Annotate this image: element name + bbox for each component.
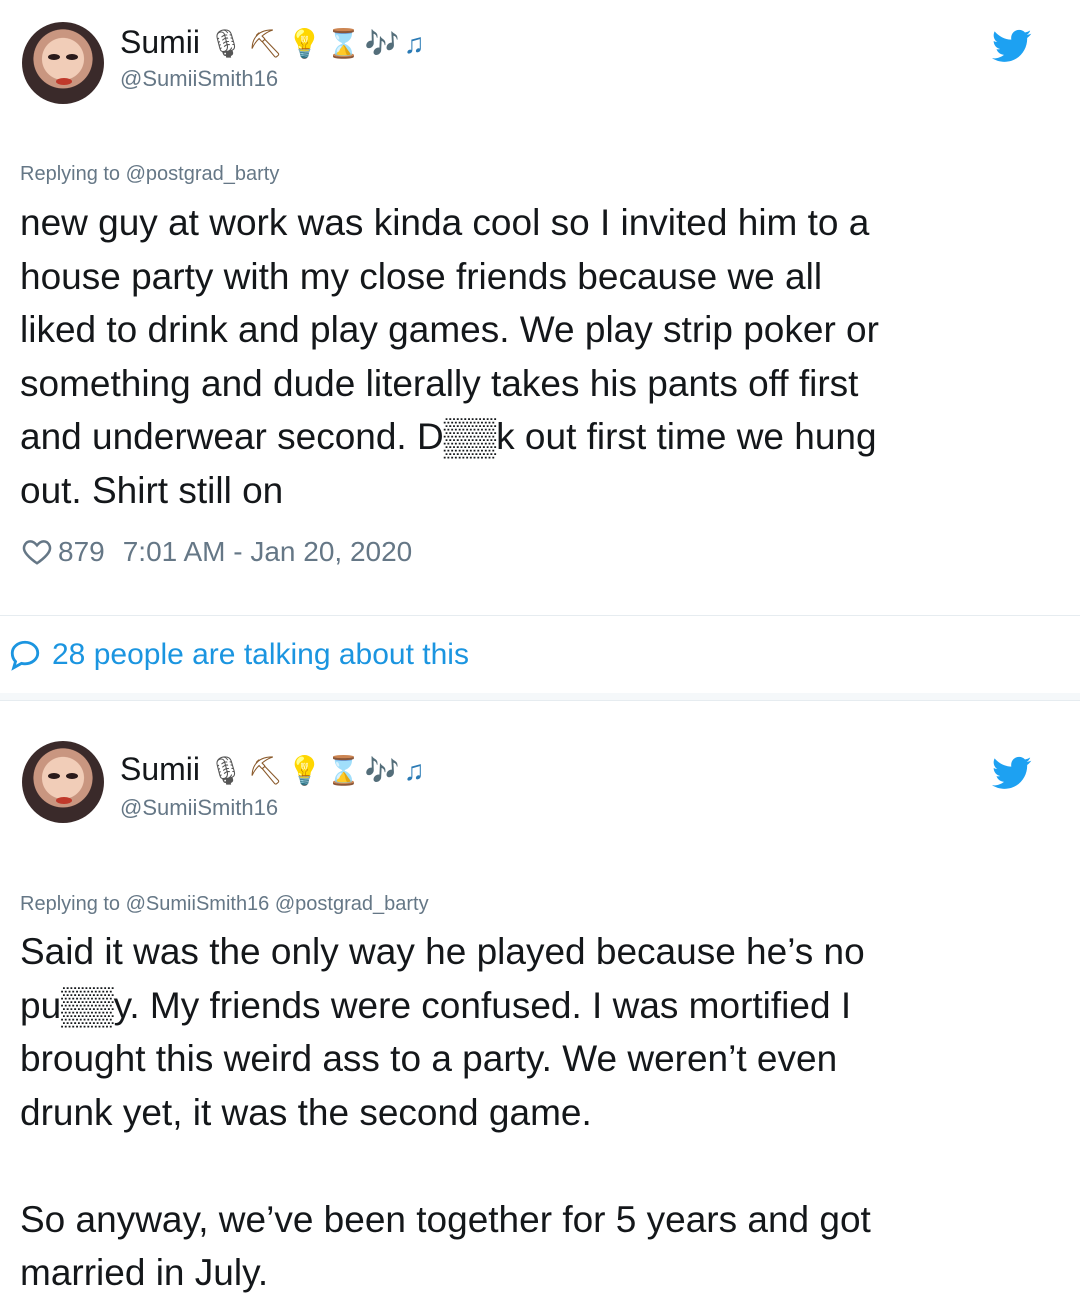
like-count[interactable]: 879 [58,536,105,568]
display-name[interactable]: Sumii [120,24,200,60]
music-notes-icon: 🎶♫ [364,28,429,59]
lightbulb-icon: 💡 [287,28,326,59]
hourglass-icon: ⌛ [325,28,365,59]
microphone-icon: 🎙 [208,28,248,59]
display-name[interactable]: Sumii [120,751,200,787]
display-name-row[interactable]: Sumii 🎙⛏💡⌛🎶♫ [120,751,429,788]
name-emojis: 🎙⛏💡⌛🎶♫ [208,28,429,59]
replying-prefix: Replying to [20,163,126,185]
name-emojis: 🎙⛏💡⌛🎶♫ [208,755,429,786]
hammer-icon: ⛏ [247,28,288,59]
twitter-bird-icon[interactable] [992,753,1032,793]
replying-to-line: Replying to @postgrad_barty [20,163,279,186]
conversation-count-label[interactable]: 28 people are talking about this [52,638,469,672]
conversation-link[interactable]: 28 people are talking about this [8,638,469,672]
lightbulb-icon: 💡 [287,755,326,786]
heart-icon[interactable] [22,538,52,566]
music-notes-icon: 🎶♫ [364,755,429,786]
avatar-lips [56,78,72,85]
avatar-eye [48,54,60,60]
reply-mention-link[interactable]: @SumiiSmith16 @postgrad_barty [126,893,429,915]
avatar-lips [56,797,72,804]
twitter-bird-icon[interactable] [992,26,1032,66]
speech-bubble-icon [10,640,40,671]
hammer-icon: ⛏ [247,755,288,786]
tweet-card[interactable]: Sumii 🎙⛏💡⌛🎶♫ @SumiiSmith16 Replying to @S… [0,700,1080,1299]
avatar[interactable] [22,741,104,823]
microphone-icon: 🎙 [208,755,248,786]
user-handle[interactable]: @SumiiSmith16 [120,795,278,821]
avatar-eye [66,773,78,779]
tweet-card[interactable]: Sumii 🎙⛏💡⌛🎶♫ @SumiiSmith16 Replying to @p… [0,0,1080,616]
user-handle[interactable]: @SumiiSmith16 [120,66,278,92]
tweet-text: new guy at work was kinda cool so I invi… [20,202,879,511]
avatar[interactable] [22,22,104,104]
hourglass-icon: ⌛ [325,755,365,786]
conversation-link-bar[interactable]: 28 people are talking about this [0,616,1080,697]
replying-to-line: Replying to @SumiiSmith16 @postgrad_bart… [20,893,429,916]
display-name-row[interactable]: Sumii 🎙⛏💡⌛🎶♫ [120,24,429,61]
avatar-eye [48,773,60,779]
replying-prefix: Replying to [20,893,126,915]
tweet-text: Said it was the only way he played becau… [20,931,871,1293]
reply-mention-link[interactable]: @postgrad_barty [126,163,280,185]
avatar-eye [66,54,78,60]
timestamp[interactable]: 7:01 AM - Jan 20, 2020 [123,536,413,568]
tweet-meta: 879 7:01 AM - Jan 20, 2020 [22,536,412,568]
